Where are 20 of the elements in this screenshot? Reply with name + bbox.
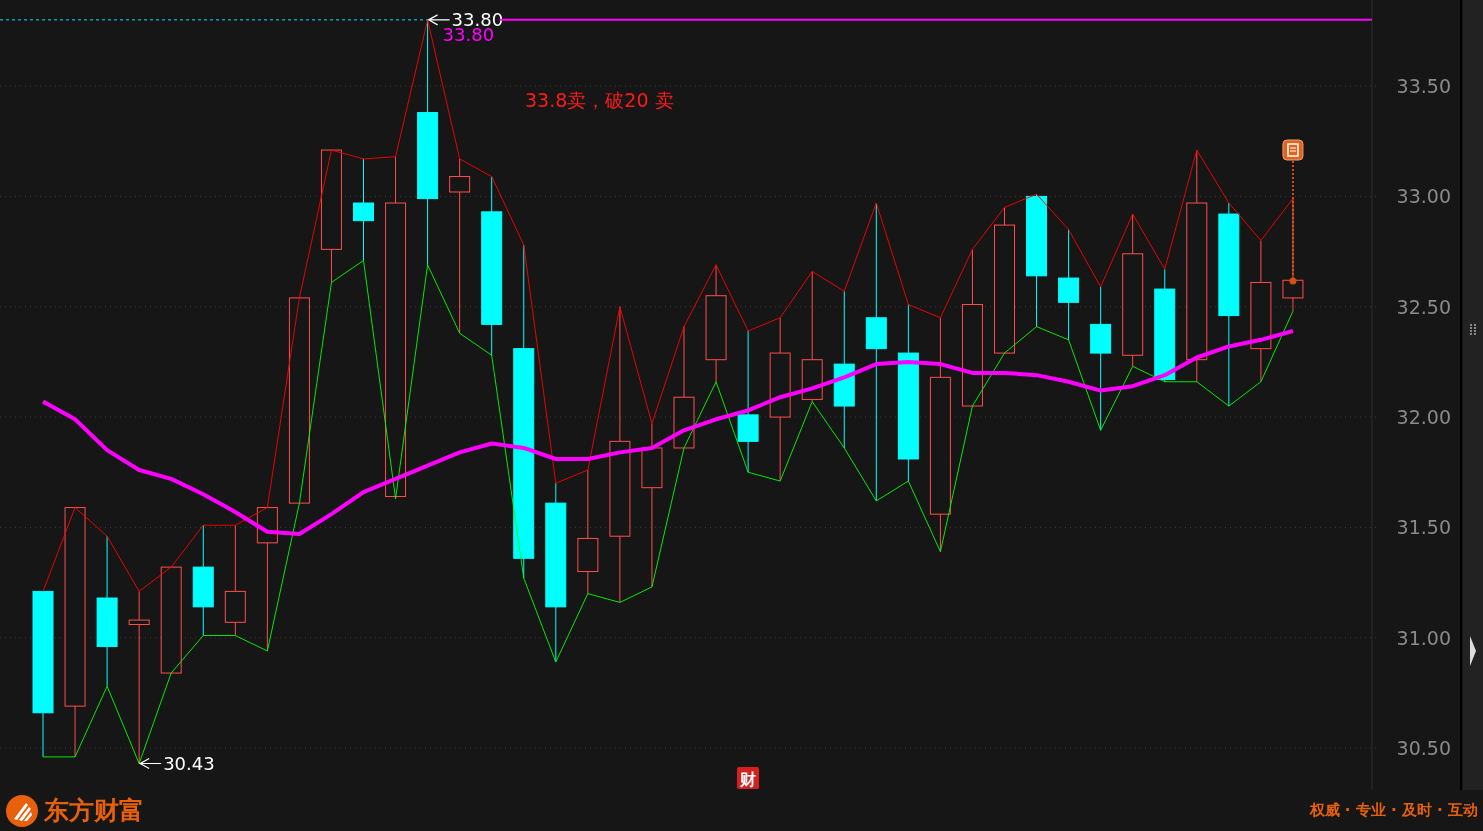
finance-badge[interactable]: 财 bbox=[737, 767, 759, 789]
axis-tick-label: 30.50 bbox=[1396, 737, 1451, 760]
axis-tick-label: 31.50 bbox=[1396, 516, 1451, 539]
chart-note: 33.8卖，破20 卖 bbox=[525, 89, 674, 111]
grip-icon bbox=[1470, 324, 1476, 336]
axis-tick-label: 33.50 bbox=[1396, 75, 1451, 98]
logo-icon bbox=[6, 794, 38, 827]
axis-tick-label: 32.00 bbox=[1396, 406, 1451, 429]
arrow-icon bbox=[138, 757, 162, 770]
axis-tick-label: 32.50 bbox=[1396, 295, 1451, 318]
scrollbar[interactable] bbox=[1463, 0, 1483, 790]
price-label: 30.43 bbox=[163, 752, 215, 774]
marker-dot bbox=[1289, 277, 1297, 285]
axis-tick-label: 31.00 bbox=[1396, 626, 1451, 649]
arrow-icon bbox=[1469, 636, 1477, 666]
arrow-icon bbox=[427, 14, 451, 26]
axis-tick-label: 33.00 bbox=[1396, 185, 1451, 208]
brand-name: 东方财富 bbox=[44, 794, 144, 827]
notepad-icon[interactable] bbox=[1282, 139, 1304, 161]
slogan: 权威 · 专业 · 及时 · 互动 bbox=[1309, 800, 1478, 822]
